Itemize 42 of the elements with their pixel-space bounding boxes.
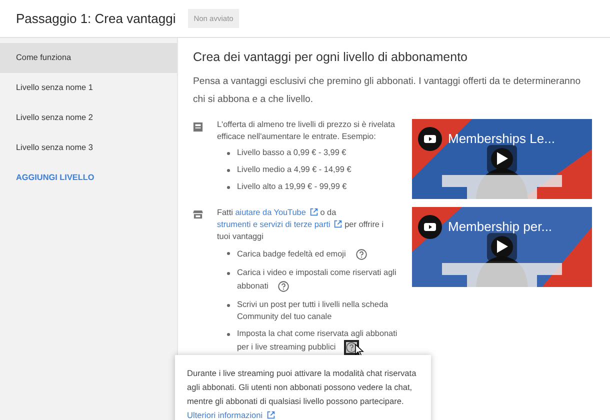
- bullet-icon: [227, 252, 230, 255]
- external-link-icon: [266, 411, 275, 419]
- bullet-text: Livello basso a 0,99 € - 3,99 €: [237, 146, 346, 159]
- tooltip-text: Durante i live streaming puoi attivare la modalità chat riservata agli abbonati. Gli utenti non abbonati possono vedere la chat, mentre gli abbonati di qualsiasi livello possono partecipare.: [187, 367, 418, 408]
- play-icon: [496, 152, 508, 166]
- help-icon: [346, 342, 357, 353]
- channel-logo-icon: [418, 214, 442, 239]
- bullet-icon: [227, 168, 230, 172]
- external-link-icon: [310, 208, 318, 216]
- bullet-text: Carica i video e impostali come riservati agli abbonati: [237, 266, 398, 294]
- bullet-icon: [227, 304, 230, 307]
- bullet-text: Carica badge fedeltà ed emoji: [237, 246, 369, 262]
- help-icon: [278, 280, 290, 292]
- intro-text: Pensa a vantaggi esclusivi che premino gli abbonati. I vantaggi offerti da te determineranno chi si abbona e a che livello.: [193, 74, 582, 107]
- bullet-text: Livello medio a 4,99 € - 14,99 €: [237, 164, 352, 176]
- external-link-icon: [334, 220, 342, 228]
- bullet-text: Scrivi un post per tutti i livelli nella scheda Community del tuo canale: [237, 298, 390, 323]
- help-icon: [356, 248, 367, 260]
- section-heading: Crea dei vantaggi per ogni livello di abbonamento: [193, 49, 468, 66]
- sidebar-item[interactable]: Come funziona: [0, 43, 177, 73]
- card-icon: [193, 122, 203, 132]
- store-icon: [193, 210, 203, 219]
- play-button[interactable]: [487, 144, 517, 173]
- play-icon: [496, 240, 508, 254]
- bullet-icon: [227, 152, 230, 155]
- external-link[interactable]: aiutare da YouTube: [235, 208, 318, 217]
- sidebar-item[interactable]: Livello senza nome 2: [0, 103, 177, 133]
- info-text: Fatti aiutare da YouTube o da strumenti e servizi di terze parti per offrire i tuoi vantaggi: [217, 206, 385, 243]
- page-title: Passaggio 1: Crea vantaggi: [16, 10, 176, 28]
- add-level-link[interactable]: AGGIUNGI LIVELLO: [0, 163, 177, 193]
- video-title: Membership per...: [448, 218, 552, 236]
- play-button[interactable]: [487, 232, 517, 261]
- bullet-icon: [227, 186, 230, 189]
- external-link[interactable]: strumenti e servizi di terze parti: [217, 220, 342, 229]
- learn-more-link[interactable]: Ulteriori informazioni: [187, 410, 275, 420]
- bullet-text: Livello alto a 19,99 € - 99,99 €: [237, 180, 347, 193]
- bullet-icon: [227, 272, 230, 275]
- sidebar-item[interactable]: Livello senza nome 3: [0, 133, 177, 163]
- channel-logo-icon: [418, 126, 442, 151]
- sidebar-item[interactable]: Livello senza nome 1: [0, 73, 177, 103]
- info-text: L'offerta di almeno tre livelli di prezzo si è rivelata efficace nell'aumentare le entrate. Esempio:: [217, 118, 396, 143]
- bullet-icon: [227, 332, 230, 336]
